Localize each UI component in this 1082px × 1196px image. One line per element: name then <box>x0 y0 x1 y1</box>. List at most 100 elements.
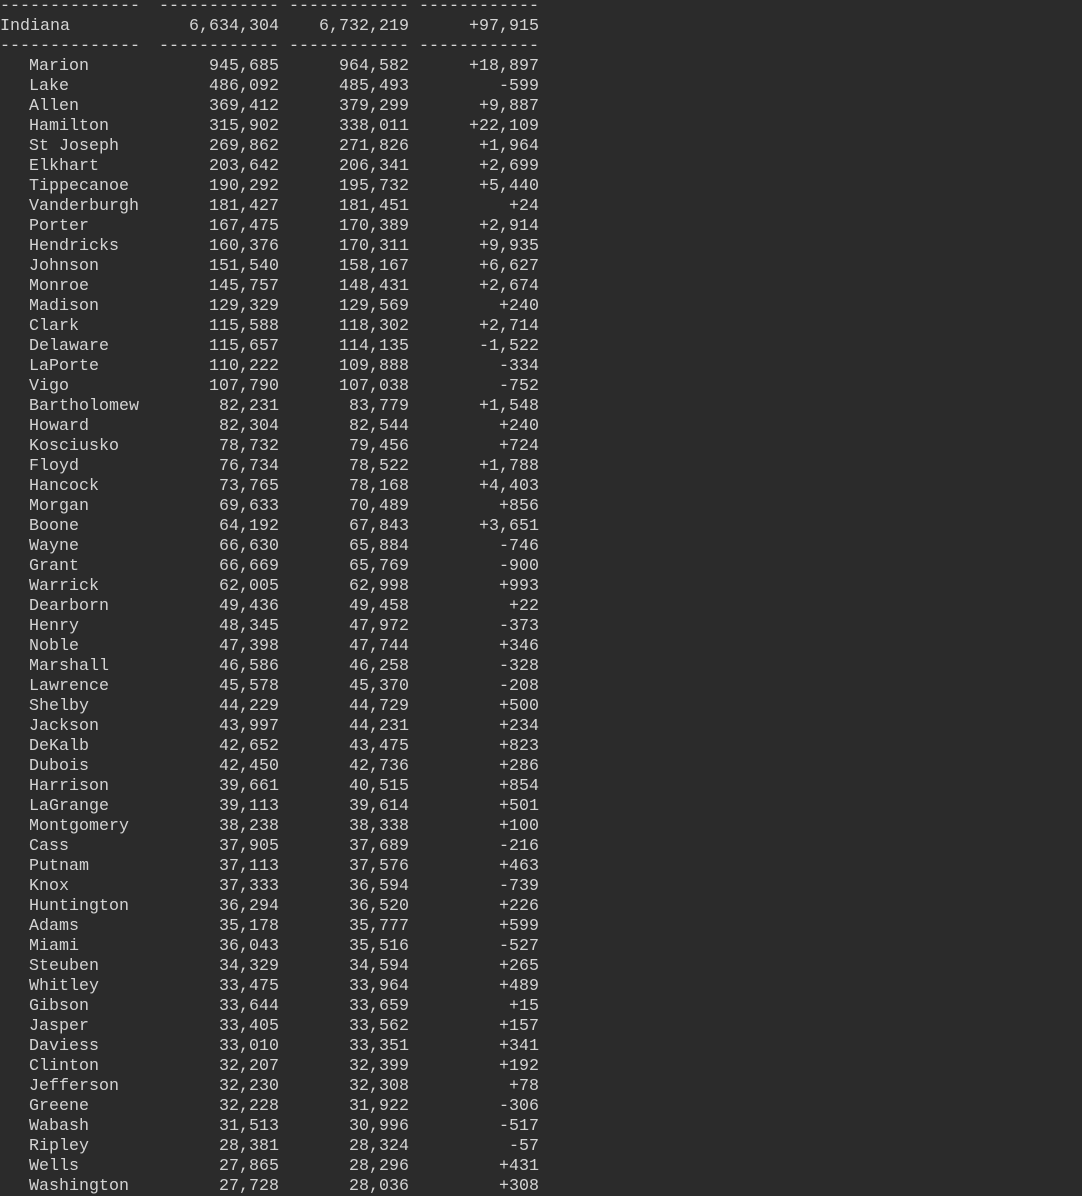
county-population-b: 34,594 <box>349 957 409 976</box>
county-population-a: 42,450 <box>219 757 279 776</box>
county-name: Lawrence <box>29 677 109 696</box>
county-population-a: 110,222 <box>209 357 279 376</box>
county-change: +1,964 <box>479 137 539 156</box>
county-population-b: 28,036 <box>349 1177 409 1196</box>
separator-c: ------------ <box>419 0 539 16</box>
county-name: Adams <box>29 917 79 936</box>
county-change: +2,914 <box>479 217 539 236</box>
county-population-a: 115,588 <box>209 317 279 336</box>
county-change: +431 <box>499 1157 539 1176</box>
county-population-b: 47,744 <box>349 637 409 656</box>
county-name: Knox <box>29 877 69 896</box>
county-population-b: 28,324 <box>349 1137 409 1156</box>
county-population-b: 35,516 <box>349 937 409 956</box>
county-change: +3,651 <box>479 517 539 536</box>
county-change: -57 <box>509 1137 539 1156</box>
county-population-b: 82,544 <box>349 417 409 436</box>
county-population-a: 45,578 <box>219 677 279 696</box>
county-population-b: 107,038 <box>339 377 409 396</box>
county-population-b: 170,311 <box>339 237 409 256</box>
county-name: Jefferson <box>29 1077 119 1096</box>
county-change: +599 <box>499 917 539 936</box>
county-population-a: 82,304 <box>219 417 279 436</box>
county-change: +489 <box>499 977 539 996</box>
county-name: Floyd <box>29 457 79 476</box>
county-name: Miami <box>29 937 79 956</box>
county-change: +22 <box>509 597 539 616</box>
county-name: Putnam <box>29 857 89 876</box>
county-name: Bartholomew <box>29 397 139 416</box>
county-change: +346 <box>499 637 539 656</box>
county-change: +15 <box>509 997 539 1016</box>
county-population-a: 181,427 <box>209 197 279 216</box>
county-population-a: 369,412 <box>209 97 279 116</box>
county-population-a: 31,513 <box>219 1117 279 1136</box>
county-population-b: 44,729 <box>349 697 409 716</box>
county-name: Madison <box>29 297 99 316</box>
county-change: +286 <box>499 757 539 776</box>
county-population-a: 82,231 <box>219 397 279 416</box>
county-change: +308 <box>499 1177 539 1196</box>
county-population-a: 73,765 <box>219 477 279 496</box>
county-change: +823 <box>499 737 539 756</box>
county-population-b: 43,475 <box>349 737 409 756</box>
county-name: Clark <box>29 317 79 336</box>
county-change: +856 <box>499 497 539 516</box>
county-population-b: 33,562 <box>349 1017 409 1036</box>
county-population-a: 34,329 <box>219 957 279 976</box>
county-name: Tippecanoe <box>29 177 129 196</box>
county-population-b: 28,296 <box>349 1157 409 1176</box>
county-name: Dubois <box>29 757 89 776</box>
county-population-a: 32,228 <box>219 1097 279 1116</box>
county-change: +2,714 <box>479 317 539 336</box>
county-population-a: 33,405 <box>219 1017 279 1036</box>
county-name: Delaware <box>29 337 109 356</box>
separator-b: ------------ <box>289 0 409 16</box>
county-change: +854 <box>499 777 539 796</box>
county-change: -900 <box>499 557 539 576</box>
county-population-a: 145,757 <box>209 277 279 296</box>
county-name: Dearborn <box>29 597 109 616</box>
county-name: Montgomery <box>29 817 129 836</box>
separator-a: ------------ <box>159 0 279 16</box>
county-change: -746 <box>499 537 539 556</box>
county-population-a: 190,292 <box>209 177 279 196</box>
county-name: Harrison <box>29 777 109 796</box>
county-population-a: 945,685 <box>209 57 279 76</box>
county-name: Lake <box>29 77 69 96</box>
county-population-b: 37,576 <box>349 857 409 876</box>
county-name: Jackson <box>29 717 99 736</box>
state-population-a: 6,634,304 <box>189 17 279 36</box>
county-change: +2,699 <box>479 157 539 176</box>
county-population-b: 31,922 <box>349 1097 409 1116</box>
county-population-a: 269,862 <box>209 137 279 156</box>
county-population-a: 76,734 <box>219 457 279 476</box>
county-population-a: 129,329 <box>209 297 279 316</box>
county-name: Gibson <box>29 997 89 1016</box>
county-population-a: 33,644 <box>219 997 279 1016</box>
county-population-b: 70,489 <box>349 497 409 516</box>
county-name: Grant <box>29 557 79 576</box>
county-name: St Joseph <box>29 137 119 156</box>
county-population-a: 35,178 <box>219 917 279 936</box>
county-change: +9,887 <box>479 97 539 116</box>
county-change: +5,440 <box>479 177 539 196</box>
county-change: +24 <box>509 197 539 216</box>
county-population-b: 148,431 <box>339 277 409 296</box>
county-change: +501 <box>499 797 539 816</box>
county-name: Clinton <box>29 1057 99 1076</box>
county-population-a: 37,113 <box>219 857 279 876</box>
county-population-a: 38,238 <box>219 817 279 836</box>
county-population-b: 338,011 <box>339 117 409 136</box>
county-change: +240 <box>499 297 539 316</box>
county-population-b: 32,308 <box>349 1077 409 1096</box>
county-change: -306 <box>499 1097 539 1116</box>
county-change: +463 <box>499 857 539 876</box>
county-change: -216 <box>499 837 539 856</box>
county-population-a: 160,376 <box>209 237 279 256</box>
county-population-a: 27,865 <box>219 1157 279 1176</box>
county-change: +192 <box>499 1057 539 1076</box>
county-change: +2,674 <box>479 277 539 296</box>
county-population-b: 109,888 <box>339 357 409 376</box>
county-name: Vanderburgh <box>29 197 139 216</box>
